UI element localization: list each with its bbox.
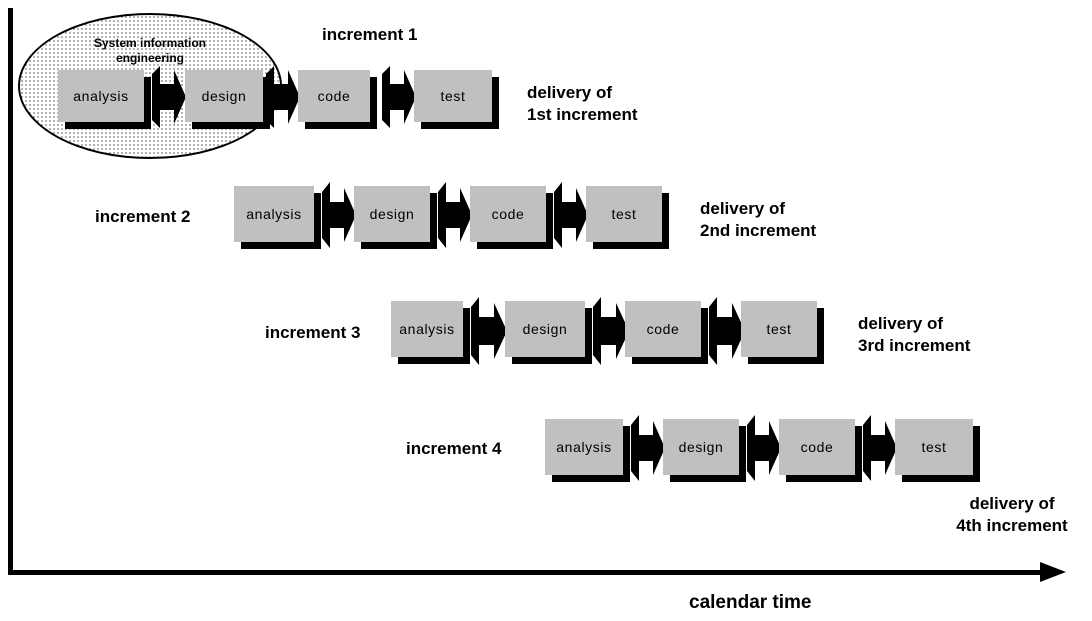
box-face: design [663, 419, 739, 475]
phase-label: code [646, 321, 680, 337]
increment-4-phase-code[interactable]: code [779, 419, 862, 482]
increment-3-label: increment 3 [265, 323, 361, 342]
increment-2-phase-design[interactable]: design [354, 186, 437, 249]
phase-label: code [317, 88, 351, 104]
increment-1-phase-code[interactable]: code [298, 70, 377, 129]
delivery-line1: delivery of [700, 199, 786, 218]
box-face: test [414, 70, 492, 122]
increment-3-phase-analysis[interactable]: analysis [391, 301, 470, 364]
increment-3-delivery-label: delivery of 3rd increment [858, 313, 970, 357]
phase-label: analysis [399, 321, 455, 337]
x-axis-label: calendar time [689, 592, 812, 613]
phase-label: analysis [246, 206, 302, 222]
delivery-line2: 4th increment [956, 516, 1068, 535]
increment-1-label: increment 1 [322, 25, 418, 44]
y-axis-line [8, 8, 13, 575]
increment-1-delivery-label: delivery of 1st increment [527, 82, 638, 126]
box-face: analysis [545, 419, 623, 475]
increment-3-phase-test[interactable]: test [741, 301, 824, 364]
phase-label: test [766, 321, 792, 337]
delivery-line2: 3rd increment [858, 336, 971, 355]
box-face: test [895, 419, 973, 475]
increment-3-phase-design[interactable]: design [505, 301, 592, 364]
box-face: code [298, 70, 370, 122]
increment-2-delivery-label: delivery of 2nd increment [700, 198, 816, 242]
arrow-2-design-to-code-icon [434, 178, 474, 252]
increment-2-phase-analysis[interactable]: analysis [234, 186, 321, 249]
arrow-3-analysis-to-design-icon [467, 293, 509, 369]
phase-label: test [611, 206, 637, 222]
x-axis-arrowhead-icon [1040, 562, 1066, 582]
box-face: analysis [58, 70, 144, 122]
box-face: code [625, 301, 701, 357]
increment-2-phase-test[interactable]: test [586, 186, 669, 249]
box-face: code [779, 419, 855, 475]
diagram-canvas: calendar time System information enginee… [0, 0, 1092, 621]
delivery-line2: 2nd increment [700, 221, 817, 240]
delivery-line2: 1st increment [527, 105, 638, 124]
arrow-4-design-to-code-icon [743, 411, 783, 485]
box-face: code [470, 186, 546, 242]
arrow-1-design-to-code-icon [262, 62, 302, 132]
arrow-2-analysis-to-design-icon [318, 178, 358, 252]
delivery-line1: delivery of [858, 314, 944, 333]
increment-4-delivery-label: delivery of 4th increment [940, 493, 1084, 537]
phase-label: test [440, 88, 466, 104]
increment-4-phase-test[interactable]: test [895, 419, 980, 482]
arrow-4-code-to-test-icon [859, 411, 899, 485]
delivery-line1: delivery of [969, 494, 1055, 513]
increment-1-phase-test[interactable]: test [414, 70, 499, 129]
box-face: test [586, 186, 662, 242]
phase-label: code [800, 439, 834, 455]
increment-2-label: increment 2 [95, 207, 191, 226]
increment-2-phase-code[interactable]: code [470, 186, 553, 249]
arrow-1-analysis-to-design-icon [148, 62, 188, 132]
phase-label: code [491, 206, 525, 222]
box-face: test [741, 301, 817, 357]
box-face: design [505, 301, 585, 357]
arrow-2-code-to-test-icon [550, 178, 590, 252]
phase-label: design [678, 439, 724, 455]
arrow-4-analysis-to-design-icon [627, 411, 667, 485]
box-face: design [185, 70, 263, 122]
box-face: design [354, 186, 430, 242]
phase-label: design [369, 206, 415, 222]
increment-4-phase-design[interactable]: design [663, 419, 746, 482]
arrow-1-code-to-test-icon [378, 62, 418, 132]
increment-4-label: increment 4 [406, 439, 502, 458]
phase-label: design [522, 321, 568, 337]
box-face: analysis [391, 301, 463, 357]
phase-label: design [201, 88, 247, 104]
increment-4-phase-analysis[interactable]: analysis [545, 419, 630, 482]
increment-3-phase-code[interactable]: code [625, 301, 708, 364]
delivery-line1: delivery of [527, 83, 613, 102]
x-axis-line [8, 570, 1048, 575]
increment-1-phase-design[interactable]: design [185, 70, 270, 129]
phase-label: analysis [73, 88, 129, 104]
increment-1-phase-analysis[interactable]: analysis [58, 70, 151, 129]
box-face: analysis [234, 186, 314, 242]
phase-label: analysis [556, 439, 612, 455]
phase-label: test [921, 439, 947, 455]
